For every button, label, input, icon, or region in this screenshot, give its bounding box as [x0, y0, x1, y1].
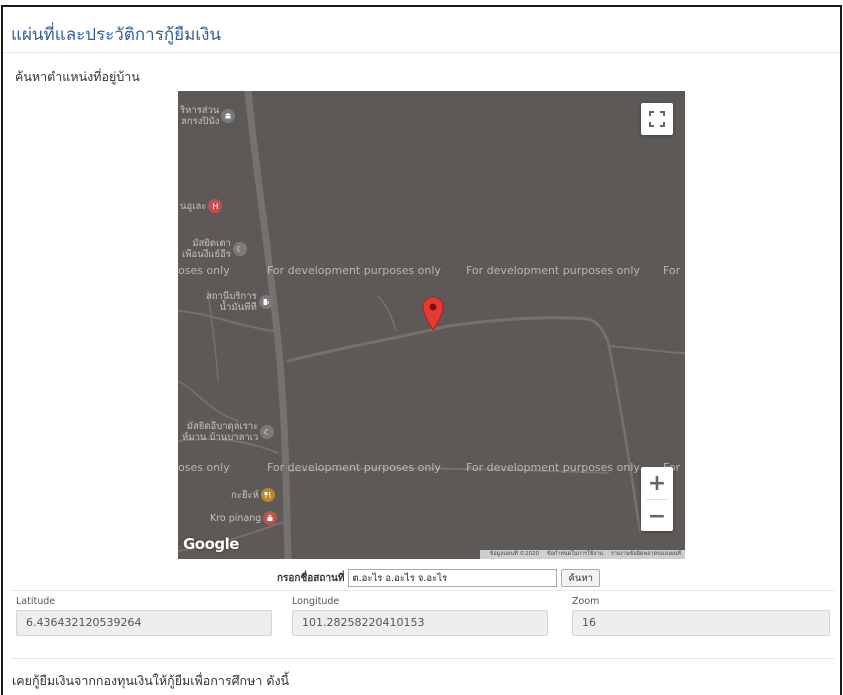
gas-station-icon: [258, 295, 273, 309]
mosque-icon: ☾: [232, 242, 247, 256]
zoom-in-button[interactable]: +: [641, 467, 673, 499]
government-icon: [221, 109, 236, 123]
poi-hospital[interactable]: นอูเละ H: [180, 199, 223, 213]
place-search-input[interactable]: [348, 569, 558, 587]
mosque-icon: ☾: [260, 425, 275, 439]
page-title: แผ่นที่และประวัติการกู้ยืมเงิน: [11, 25, 222, 45]
title-divider: [3, 52, 840, 53]
search-button[interactable]: ค้นหา: [561, 569, 600, 587]
fullscreen-button[interactable]: [641, 103, 673, 135]
zoom-field[interactable]: 16: [572, 610, 830, 636]
section-divider: [12, 658, 834, 659]
watermark: For development purposes only: [466, 461, 640, 474]
place-search-label: กรอกชื่อสถานที่: [277, 572, 345, 584]
poi-label: มัสยิดอีบาดุลเราะ ห์มาน บ้านบาลาเว: [182, 421, 259, 443]
poi-gas-station[interactable]: สถานีบริการ น้ำมันพีที: [206, 291, 273, 313]
terms-link[interactable]: ข้อกำหนดในการใช้งาน: [547, 551, 603, 557]
poi-label: มัสยิดเตา เพือนงีแย์อีร: [182, 238, 231, 260]
poi-label: ริหารส่วน ลกรงปินัง: [180, 105, 220, 127]
watermark-partial-left: oses only: [178, 461, 230, 474]
watermark-partial-right: For: [663, 264, 681, 277]
poi-label: นอูเละ: [180, 200, 207, 212]
section-title: ค้นหาตำแหน่งที่อยู่บ้าน: [15, 69, 140, 84]
poi-label: Kro pinang: [210, 512, 262, 524]
shopping-icon: [263, 511, 278, 525]
latitude-label: Latitude: [16, 596, 56, 607]
map-data-credit: ข้อมูลแผนที่ ©2020: [489, 551, 540, 557]
fullscreen-icon: [649, 111, 665, 127]
poi-label: สถานีบริการ น้ำมันพีที: [206, 291, 257, 313]
map-attribution: ข้อมูลแผนที่ ©2020 ข้อกำหนดในการใช้งาน ร…: [479, 550, 685, 559]
latitude-field[interactable]: 6.436432120539264: [16, 610, 272, 636]
watermark: For development purposes only: [466, 264, 640, 277]
zoom-control: + −: [641, 467, 673, 531]
coordinates-divider: [12, 590, 834, 591]
zoom-out-button[interactable]: −: [641, 500, 673, 532]
watermark-partial-left: oses only: [178, 264, 230, 277]
poi-mosque[interactable]: มัสยิดเตา เพือนงีแย์อีร ☾: [182, 238, 247, 260]
poi-label: กะยีะห์: [231, 489, 259, 501]
zoom-label: Zoom: [572, 596, 600, 607]
google-logo[interactable]: Google: [183, 535, 239, 553]
poi-mosque-2[interactable]: มัสยิดอีบาดุลเราะ ห์มาน บ้านบาลาเว ☾: [182, 421, 275, 443]
poi-restaurant[interactable]: กะยีะห์: [231, 488, 275, 502]
hospital-icon: H: [208, 199, 223, 213]
loan-history-title: เคยกู้ยืมเงินจากกองทุนเงินให้กู้ยืมเพื่อ…: [12, 673, 290, 688]
longitude-label: Longitude: [292, 596, 340, 607]
longitude-field[interactable]: 101.28258220410153: [292, 610, 548, 636]
map-view[interactable]: oses only For development purposes only …: [178, 91, 685, 559]
watermark: For development purposes only: [267, 461, 441, 474]
report-error-link[interactable]: รายงานข้อผิดพลาดของแผนที่: [611, 551, 681, 557]
poi-shopping[interactable]: Kro pinang: [210, 511, 278, 525]
place-search-row: กรอกชื่อสถานที่ ค้นหา: [277, 569, 600, 587]
restaurant-icon: [260, 488, 275, 502]
poi-government-office[interactable]: ริหารส่วน ลกรงปินัง: [180, 105, 236, 127]
location-marker-icon[interactable]: [422, 296, 444, 336]
watermark: For development purposes only: [267, 264, 441, 277]
